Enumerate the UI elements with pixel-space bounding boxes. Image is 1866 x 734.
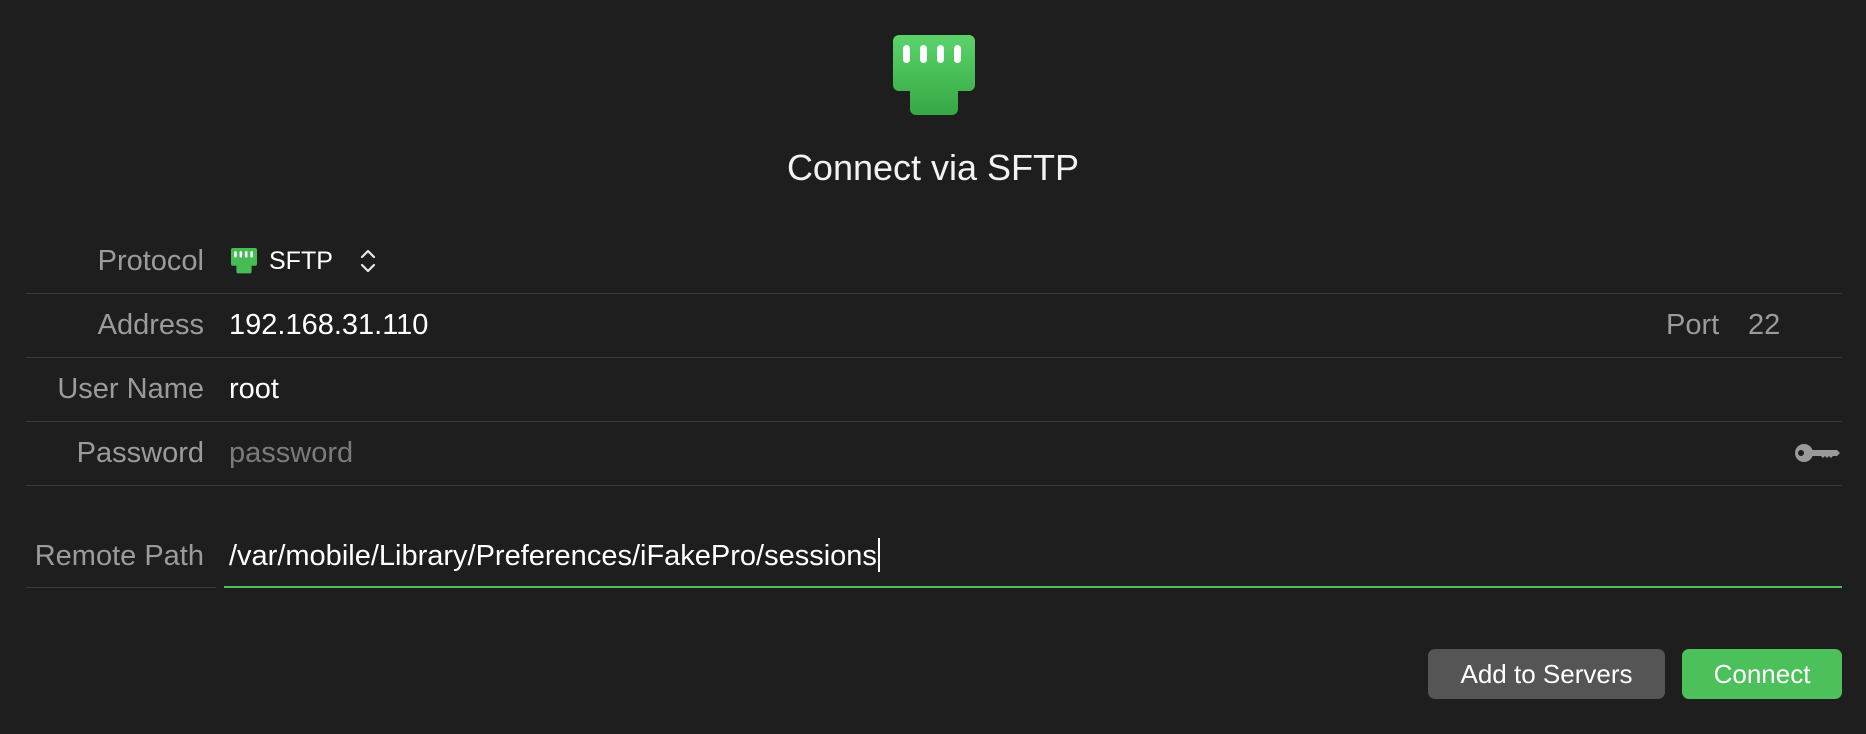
remote-path-input[interactable]: /var/mobile/Library/Preferences/iFakePro…	[229, 524, 880, 588]
username-label: User Name	[57, 373, 204, 405]
password-row: Password password	[26, 421, 1842, 486]
protocol-row: Protocol SFTP	[26, 229, 1842, 294]
ethernet-port-icon	[231, 248, 257, 274]
password-label: Password	[76, 437, 204, 469]
username-input[interactable]: root	[229, 357, 279, 421]
port-input[interactable]: 22	[1748, 293, 1780, 357]
ethernet-port-icon	[893, 35, 975, 115]
connect-button[interactable]: Connect	[1682, 649, 1842, 699]
protocol-value: SFTP	[269, 247, 333, 275]
add-to-servers-button[interactable]: Add to Servers	[1428, 649, 1665, 699]
port-label: Port	[1666, 309, 1720, 341]
text-caret	[877, 538, 880, 573]
password-input[interactable]: password	[229, 421, 353, 485]
remote-path-row: Remote Path /var/mobile/Library/Preferen…	[26, 524, 1842, 588]
key-icon[interactable]	[1793, 441, 1841, 465]
address-row: Address 192.168.31.110 Port 22	[26, 293, 1842, 358]
protocol-select[interactable]: SFTP	[231, 243, 377, 279]
address-label: Address	[97, 309, 204, 341]
remote-path-value: /var/mobile/Library/Preferences/iFakePro…	[229, 540, 877, 572]
username-row: User Name root	[26, 357, 1842, 422]
divider	[26, 586, 216, 588]
address-input[interactable]: 192.168.31.110	[229, 293, 428, 357]
focus-underline	[224, 586, 1842, 588]
remote-path-label: Remote Path	[34, 540, 204, 572]
dialog-title: Connect via SFTP	[786, 147, 1080, 188]
protocol-label: Protocol	[97, 245, 204, 277]
chevron-up-down-icon	[360, 249, 376, 273]
